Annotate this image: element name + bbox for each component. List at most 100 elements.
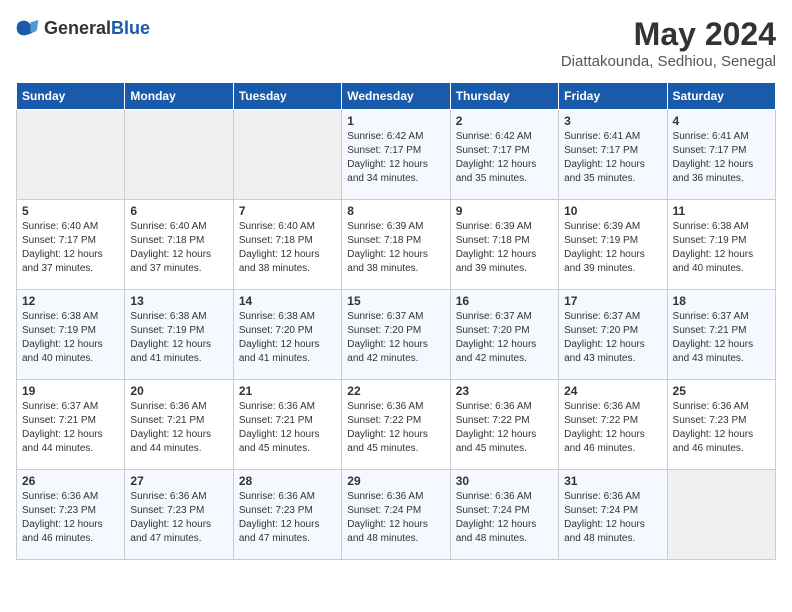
logo-general: General bbox=[44, 18, 111, 38]
day-number: 12 bbox=[22, 294, 119, 308]
calendar-cell: 29 Sunrise: 6:36 AMSunset: 7:24 PMDayligh… bbox=[342, 470, 450, 560]
logo-blue: Blue bbox=[111, 18, 150, 38]
column-header-thursday: Thursday bbox=[450, 83, 558, 110]
day-info: Sunrise: 6:41 AMSunset: 7:17 PMDaylight:… bbox=[564, 130, 661, 186]
day-info: Sunrise: 6:42 AMSunset: 7:17 PMDaylight:… bbox=[347, 130, 444, 186]
calendar-cell: 25 Sunrise: 6:36 AMSunset: 7:23 PMDayligh… bbox=[667, 380, 775, 470]
calendar-header-row: SundayMondayTuesdayWednesdayThursdayFrid… bbox=[17, 83, 776, 110]
day-info: Sunrise: 6:39 AMSunset: 7:18 PMDaylight:… bbox=[347, 220, 444, 276]
day-number: 30 bbox=[456, 474, 553, 488]
calendar-cell: 6Sunrise: 6:40 AMSunset: 7:18 PMDaylight… bbox=[125, 200, 233, 290]
day-number: 22 bbox=[347, 384, 444, 398]
logo-icon bbox=[16, 16, 40, 40]
day-info: Sunrise: 6:36 AMSunset: 7:21 PMDaylight:… bbox=[239, 400, 336, 456]
month-title: May 2024 bbox=[561, 16, 776, 53]
day-number: 31 bbox=[564, 474, 661, 488]
calendar-table: SundayMondayTuesdayWednesdayThursdayFrid… bbox=[16, 82, 776, 560]
calendar-cell bbox=[17, 110, 125, 200]
day-info: Sunrise: 6:37 AMSunset: 7:21 PMDaylight:… bbox=[673, 310, 770, 366]
day-number: 4 bbox=[673, 114, 770, 128]
column-header-friday: Friday bbox=[559, 83, 667, 110]
calendar-cell: 11 Sunrise: 6:38 AMSunset: 7:19 PMDayligh… bbox=[667, 200, 775, 290]
calendar-cell: 8Sunrise: 6:39 AMSunset: 7:18 PMDaylight… bbox=[342, 200, 450, 290]
calendar-cell: 15Sunrise: 6:37 AMSunset: 7:20 PMDayligh… bbox=[342, 290, 450, 380]
day-info: Sunrise: 6:36 AMSunset: 7:24 PMDaylight:… bbox=[347, 490, 444, 546]
calendar-week-row: 5 Sunrise: 6:40 AMSunset: 7:17 PMDaylight… bbox=[17, 200, 776, 290]
calendar-cell: 14 Sunrise: 6:38 AMSunset: 7:20 PMDayligh… bbox=[233, 290, 341, 380]
calendar-cell: 30Sunrise: 6:36 AMSunset: 7:24 PMDayligh… bbox=[450, 470, 558, 560]
calendar-cell: 5 Sunrise: 6:40 AMSunset: 7:17 PMDaylight… bbox=[17, 200, 125, 290]
column-header-monday: Monday bbox=[125, 83, 233, 110]
day-number: 16 bbox=[456, 294, 553, 308]
calendar-cell: 2 Sunrise: 6:42 AMSunset: 7:17 PMDaylight… bbox=[450, 110, 558, 200]
calendar-cell: 9 Sunrise: 6:39 AMSunset: 7:18 PMDaylight… bbox=[450, 200, 558, 290]
calendar-cell: 18 Sunrise: 6:37 AMSunset: 7:21 PMDayligh… bbox=[667, 290, 775, 380]
day-number: 21 bbox=[239, 384, 336, 398]
calendar-week-row: 12 Sunrise: 6:38 AMSunset: 7:19 PMDayligh… bbox=[17, 290, 776, 380]
day-info: Sunrise: 6:36 AMSunset: 7:23 PMDaylight:… bbox=[239, 490, 336, 546]
day-info: Sunrise: 6:38 AMSunset: 7:20 PMDaylight:… bbox=[239, 310, 336, 366]
day-number: 1 bbox=[347, 114, 444, 128]
day-info: Sunrise: 6:37 AMSunset: 7:20 PMDaylight:… bbox=[456, 310, 553, 366]
calendar-cell: 28 Sunrise: 6:36 AMSunset: 7:23 PMDayligh… bbox=[233, 470, 341, 560]
day-info: Sunrise: 6:36 AMSunset: 7:22 PMDaylight:… bbox=[456, 400, 553, 456]
calendar-cell: 31 Sunrise: 6:36 AMSunset: 7:24 PMDayligh… bbox=[559, 470, 667, 560]
calendar-cell bbox=[233, 110, 341, 200]
calendar-cell bbox=[125, 110, 233, 200]
day-info: Sunrise: 6:37 AMSunset: 7:21 PMDaylight:… bbox=[22, 400, 119, 456]
day-info: Sunrise: 6:40 AMSunset: 7:17 PMDaylight:… bbox=[22, 220, 119, 276]
calendar-cell: 27 Sunrise: 6:36 AMSunset: 7:23 PMDayligh… bbox=[125, 470, 233, 560]
day-info: Sunrise: 6:36 AMSunset: 7:24 PMDaylight:… bbox=[564, 490, 661, 546]
calendar-cell: 20 Sunrise: 6:36 AMSunset: 7:21 PMDayligh… bbox=[125, 380, 233, 470]
column-header-tuesday: Tuesday bbox=[233, 83, 341, 110]
day-number: 14 bbox=[239, 294, 336, 308]
day-number: 28 bbox=[239, 474, 336, 488]
column-header-wednesday: Wednesday bbox=[342, 83, 450, 110]
column-header-sunday: Sunday bbox=[17, 83, 125, 110]
calendar-cell: 12 Sunrise: 6:38 AMSunset: 7:19 PMDayligh… bbox=[17, 290, 125, 380]
day-number: 2 bbox=[456, 114, 553, 128]
calendar-cell: 16 Sunrise: 6:37 AMSunset: 7:20 PMDayligh… bbox=[450, 290, 558, 380]
day-info: Sunrise: 6:38 AMSunset: 7:19 PMDaylight:… bbox=[22, 310, 119, 366]
column-header-saturday: Saturday bbox=[667, 83, 775, 110]
day-number: 9 bbox=[456, 204, 553, 218]
day-number: 26 bbox=[22, 474, 119, 488]
day-number: 15 bbox=[347, 294, 444, 308]
calendar-week-row: 1 Sunrise: 6:42 AMSunset: 7:17 PMDaylight… bbox=[17, 110, 776, 200]
day-info: Sunrise: 6:36 AMSunset: 7:21 PMDaylight:… bbox=[130, 400, 227, 456]
logo-text: GeneralBlue bbox=[44, 18, 150, 39]
calendar-cell: 17Sunrise: 6:37 AMSunset: 7:20 PMDayligh… bbox=[559, 290, 667, 380]
calendar-cell: 1 Sunrise: 6:42 AMSunset: 7:17 PMDaylight… bbox=[342, 110, 450, 200]
day-info: Sunrise: 6:36 AMSunset: 7:23 PMDaylight:… bbox=[22, 490, 119, 546]
day-number: 25 bbox=[673, 384, 770, 398]
calendar-cell: 13 Sunrise: 6:38 AMSunset: 7:19 PMDayligh… bbox=[125, 290, 233, 380]
day-info: Sunrise: 6:36 AMSunset: 7:23 PMDaylight:… bbox=[130, 490, 227, 546]
day-info: Sunrise: 6:38 AMSunset: 7:19 PMDaylight:… bbox=[673, 220, 770, 276]
day-info: Sunrise: 6:37 AMSunset: 7:20 PMDaylight:… bbox=[564, 310, 661, 366]
day-number: 13 bbox=[130, 294, 227, 308]
day-number: 20 bbox=[130, 384, 227, 398]
day-info: Sunrise: 6:40 AMSunset: 7:18 PMDaylight:… bbox=[239, 220, 336, 276]
day-number: 29 bbox=[347, 474, 444, 488]
day-number: 27 bbox=[130, 474, 227, 488]
day-number: 11 bbox=[673, 204, 770, 218]
title-block: May 2024 Diattakounda, Sedhiou, Senegal bbox=[561, 16, 776, 70]
day-number: 6 bbox=[130, 204, 227, 218]
day-info: Sunrise: 6:42 AMSunset: 7:17 PMDaylight:… bbox=[456, 130, 553, 186]
day-number: 23 bbox=[456, 384, 553, 398]
day-info: Sunrise: 6:39 AMSunset: 7:19 PMDaylight:… bbox=[564, 220, 661, 276]
calendar-cell bbox=[667, 470, 775, 560]
calendar-cell: 22Sunrise: 6:36 AMSunset: 7:22 PMDayligh… bbox=[342, 380, 450, 470]
day-number: 18 bbox=[673, 294, 770, 308]
calendar-cell: 24Sunrise: 6:36 AMSunset: 7:22 PMDayligh… bbox=[559, 380, 667, 470]
day-number: 24 bbox=[564, 384, 661, 398]
calendar-cell: 19Sunrise: 6:37 AMSunset: 7:21 PMDayligh… bbox=[17, 380, 125, 470]
calendar-cell: 4Sunrise: 6:41 AMSunset: 7:17 PMDaylight… bbox=[667, 110, 775, 200]
day-number: 10 bbox=[564, 204, 661, 218]
day-number: 7 bbox=[239, 204, 336, 218]
day-info: Sunrise: 6:39 AMSunset: 7:18 PMDaylight:… bbox=[456, 220, 553, 276]
calendar-week-row: 26 Sunrise: 6:36 AMSunset: 7:23 PMDayligh… bbox=[17, 470, 776, 560]
day-info: Sunrise: 6:38 AMSunset: 7:19 PMDaylight:… bbox=[130, 310, 227, 366]
day-info: Sunrise: 6:36 AMSunset: 7:23 PMDaylight:… bbox=[673, 400, 770, 456]
day-number: 5 bbox=[22, 204, 119, 218]
